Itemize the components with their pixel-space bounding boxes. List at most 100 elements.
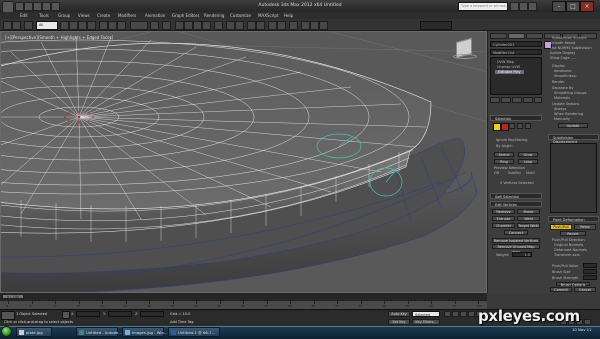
search-input[interactable]: Type a keyword or phrase [458, 2, 508, 11]
redo-toolbar-icon[interactable] [12, 21, 21, 30]
menu-edit[interactable]: Edit [20, 13, 28, 18]
isoline-checkbox[interactable]: Isoline Display [550, 51, 575, 55]
when-rendering-radio[interactable]: When Rendering [554, 112, 583, 116]
weld-button[interactable]: Weld [517, 216, 540, 221]
y-coord-field[interactable] [108, 311, 132, 317]
push-pull-button[interactable]: Push/Pull [550, 224, 572, 230]
selection-filter-dropdown[interactable]: All [36, 21, 58, 30]
brush-strength-spinner[interactable] [583, 275, 597, 280]
named-selection-dropdown[interactable] [420, 21, 452, 30]
rotate-icon[interactable] [108, 21, 117, 30]
menu-rendering[interactable]: Rendering [204, 13, 224, 18]
brush-options-button[interactable]: Brush Options [556, 282, 590, 287]
lock-selection-icon[interactable] [62, 311, 70, 319]
graphite-toggle-icon[interactable] [256, 21, 265, 30]
maxscript-listener-icon[interactable] [1, 311, 15, 320]
open-file-icon[interactable] [24, 2, 33, 11]
target-weld-button[interactable]: Target Weld [517, 223, 540, 228]
extrude-button[interactable]: Extrude [492, 216, 515, 221]
ring-button[interactable]: Ring [494, 159, 514, 164]
rendered-frame-icon[interactable] [310, 21, 319, 30]
play-icon[interactable] [460, 311, 467, 317]
x-coord-field[interactable] [76, 311, 100, 317]
relax-button[interactable]: Relax [574, 224, 596, 230]
system-clock[interactable]: 10 Nov 11 [572, 328, 592, 332]
weight-spinner[interactable]: 1.0 [512, 252, 532, 257]
smoothing-groups-checkbox[interactable]: Smoothing Groups [554, 91, 587, 95]
align-icon[interactable] [235, 21, 244, 30]
mirror-icon[interactable] [226, 21, 235, 30]
chamfer-button[interactable]: Chamfer [492, 223, 515, 228]
minimize-button[interactable]: – [552, 1, 566, 12]
menu-views[interactable]: Views [78, 13, 90, 18]
cancel-button[interactable]: Cancel [574, 287, 596, 292]
maximize-viewport-icon[interactable] [584, 319, 591, 325]
tab-hierarchy[interactable] [526, 33, 543, 39]
tab-modify[interactable] [508, 33, 525, 39]
by-angle-checkbox[interactable]: By Angle: [496, 144, 513, 148]
maximize-button[interactable]: □ [566, 1, 580, 12]
key-mode-dropdown[interactable]: Selected [412, 311, 440, 317]
menu-help[interactable]: Help [284, 13, 293, 18]
new-file-icon[interactable] [15, 2, 24, 11]
undo-toolbar-icon[interactable] [3, 21, 12, 30]
task-plate-jpg[interactable]: plate.jpg [16, 327, 52, 337]
task-3dsmax[interactable]: Untitled - Autode... [76, 327, 122, 337]
loop-button[interactable]: Loop [518, 159, 538, 164]
update-button[interactable]: Update [558, 123, 588, 128]
window-crossing-icon[interactable] [87, 21, 96, 30]
tab-create[interactable] [490, 33, 507, 39]
commit-button[interactable]: Commit [550, 287, 572, 292]
add-time-tag[interactable]: Add Time Tag [170, 320, 194, 324]
auto-key-button[interactable]: Auto Key [388, 311, 410, 317]
help-icon[interactable] [528, 2, 537, 11]
use-nurms-checkbox[interactable]: Use NURMS Subdivision [550, 46, 592, 50]
viewport-label[interactable]: [+][Perspective][Smooth + Highlights + E… [5, 35, 113, 40]
menu-maxscript[interactable]: MAXScript [258, 13, 279, 18]
connect-button[interactable]: Connect [504, 230, 528, 235]
select-manipulate-icon[interactable] [162, 21, 171, 30]
render-production-icon[interactable] [319, 21, 328, 30]
go-to-start-icon[interactable] [444, 311, 451, 317]
remove-isolated-button[interactable]: Remove Isolated Vertices [492, 238, 540, 243]
vertex-mode-icon[interactable] [493, 123, 501, 131]
schematic-view-icon[interactable] [277, 21, 286, 30]
snaps-toggle-icon[interactable] [175, 21, 184, 30]
modifier-stack[interactable]: UVW Map Unwrap UVW Editable Poly [490, 57, 542, 95]
layer-manager-icon[interactable] [247, 21, 256, 30]
time-slider-thumb[interactable]: 0 / 100 [2, 294, 24, 299]
menu-group[interactable]: Group [58, 13, 70, 18]
preview-off-radio[interactable]: Off [494, 171, 499, 175]
task-images-jpg[interactable]: Images.jpg - Win... [122, 327, 168, 337]
time-slider[interactable] [0, 293, 487, 300]
element-mode-icon[interactable] [525, 123, 531, 129]
object-name-field[interactable]: Cylinder001 [490, 41, 542, 47]
subdivision-displacement-header[interactable]: Subdivision Displacement [548, 134, 599, 144]
scale-icon[interactable] [117, 21, 126, 30]
key-filters-button[interactable]: Key Filters... [412, 319, 440, 325]
z-coord-field[interactable] [140, 311, 164, 317]
close-button[interactable]: × [580, 1, 594, 12]
next-frame-icon[interactable] [468, 311, 475, 317]
edge-mode-icon[interactable] [501, 123, 509, 131]
undo-icon[interactable] [42, 2, 51, 11]
start-button[interactable] [1, 326, 12, 337]
pivot-center-icon[interactable] [150, 21, 159, 30]
soft-selection-rollout-header[interactable]: Soft Selection [490, 193, 542, 199]
menu-animation[interactable]: Animation [145, 13, 165, 18]
polygon-mode-icon[interactable] [517, 123, 523, 129]
subscription-icon[interactable] [519, 2, 528, 11]
break-button[interactable]: Break [517, 209, 540, 214]
preview-subobj-radio[interactable]: SubObj [508, 171, 521, 175]
task-photoshop[interactable]: Untitled-1 @ 66.7... [168, 327, 220, 337]
grow-button[interactable]: Grow [518, 152, 538, 157]
ignore-backfacing-checkbox[interactable]: Ignore Backfacing [496, 138, 527, 142]
material-editor-icon[interactable] [289, 21, 298, 30]
angle-snap-icon[interactable] [184, 21, 193, 30]
stack-item-uvw-map[interactable]: UVW Map [497, 60, 514, 64]
percent-snap-icon[interactable] [193, 21, 202, 30]
menu-modifiers[interactable]: Modifiers [118, 13, 136, 18]
show-cage-checkbox[interactable]: Show Cage...... [550, 56, 576, 60]
save-file-icon[interactable] [33, 2, 42, 11]
original-normals-radio[interactable]: Original Normals [554, 243, 583, 247]
